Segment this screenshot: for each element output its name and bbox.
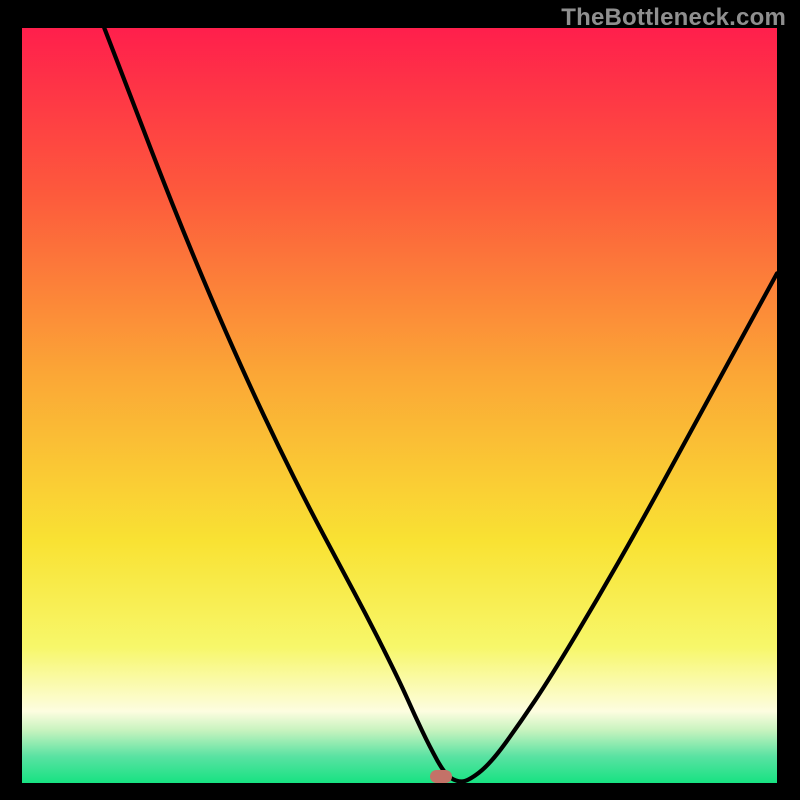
chart-background	[22, 28, 777, 783]
chart-svg	[22, 28, 777, 783]
optimal-point-marker	[430, 770, 452, 783]
chart-stage: TheBottleneck.com	[0, 0, 800, 800]
chart-plot-area	[22, 28, 777, 783]
